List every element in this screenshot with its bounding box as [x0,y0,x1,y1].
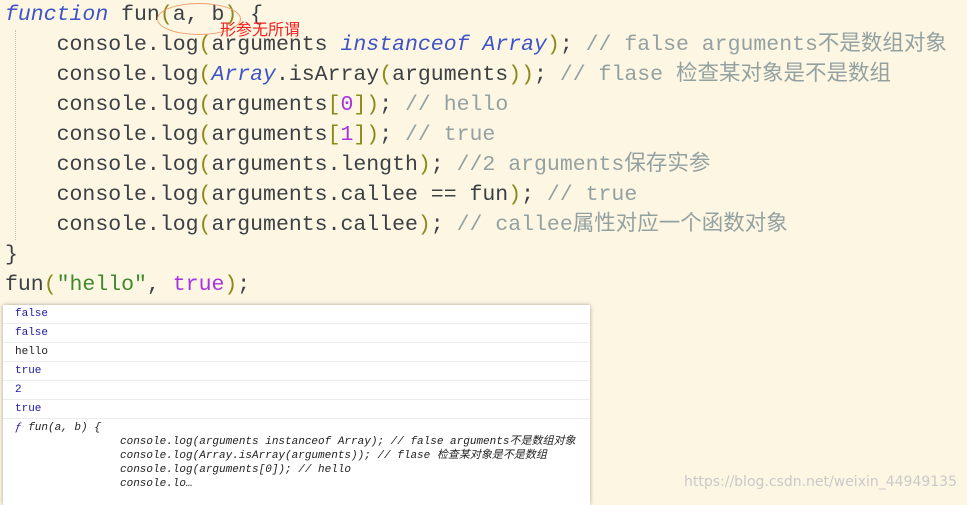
code-token-kw: instanceof [340,33,470,57]
code-line: fun("hello", true); [5,270,947,300]
code-token-plain: ; [379,93,406,117]
code-token-paren: ]) [353,93,380,117]
console-row: 2 [3,381,590,400]
console-row: false [3,324,590,343]
code-token-plain: ; [559,33,586,57]
code-token-cm: // false arguments不是数组对象 [585,33,947,57]
code-token-plain: } [5,243,18,267]
code-token-kw: function [5,3,109,27]
code-line: console.log(arguments[0]); // hello [5,90,947,120]
console-row: false [3,305,590,324]
code-token-str: "hello" [56,273,147,297]
code-line: console.log(arguments.callee); // callee… [5,210,947,240]
code-token-plain: ; [379,123,406,147]
code-token-paren: ) [546,33,560,57]
code-token-kw: Array [482,33,547,57]
code-token-plain: arguments [211,123,328,147]
code-token-num: 1 [340,123,354,147]
code-token-plain: console.log [5,183,199,207]
code-token-paren: ( [198,63,212,87]
code-token-cm: // hello [405,93,509,117]
code-token-plain: arguments [211,93,328,117]
code-token-plain: console.log [5,63,199,87]
code-token-paren: )) [508,63,535,87]
code-token-paren: ) [508,183,522,207]
code-token-paren: ( [198,183,212,207]
code-token-cm: //2 arguments保存实参 [456,153,711,177]
function-prefix: ƒ [15,422,22,434]
code-token-plain: arguments.length [211,153,418,177]
code-token-cm: // callee属性对应一个函数对象 [456,213,788,237]
code-token-plain: .isArray [275,63,380,87]
code-token-paren: ( [198,93,212,117]
code-token-plain: arguments [392,63,509,87]
code-line: console.log(arguments.callee == fun); //… [5,180,947,210]
code-token-plain: arguments.callee [211,213,418,237]
code-token-plain: console.log [5,93,199,117]
code-token-plain: ; [237,273,251,297]
code-token-num: 0 [340,93,354,117]
annotation-text: 形参无所谓 [220,20,301,39]
code-token-cm: // true [405,123,496,147]
code-line: console.log(arguments[1]); // true [5,120,947,150]
console-row: true [3,400,590,419]
code-token-paren: ( [379,63,393,87]
code-token-cm: // true [546,183,638,207]
code-line: console.log(arguments instanceof Array);… [5,30,947,60]
code-line: function fun(a, b) { [5,0,947,30]
console-function-output[interactable]: ƒ fun(a, b) { console.log(arguments inst… [3,419,590,491]
function-header: fun(a, b) { [21,422,101,434]
code-token-plain: ; [430,153,457,177]
code-token-plain: console.log [5,213,199,237]
code-token-paren: ) [417,213,431,237]
code-line: } [5,240,947,270]
code-token-plain: console.log [5,153,199,177]
code-token-plain: ; [534,63,560,87]
watermark: https://blog.csdn.net/weixin_44949135 [683,474,957,490]
console-row: hello [3,343,590,362]
code-token-paren: ) [224,273,238,297]
code-token-plain: , [146,273,173,297]
code-token-paren: ]) [353,123,380,147]
code-token-plain: console.log [5,123,199,147]
code-token-cm: // flase 检查某对象是不是数组 [559,63,891,87]
code-token-plain: arguments.callee == fun [211,183,509,207]
code-token-paren: ( [198,123,212,147]
code-token-paren: ) [417,153,431,177]
console-row: true [3,362,590,381]
code-line: console.log(Array.isArray(arguments)); /… [5,60,947,90]
function-body: console.log(arguments instanceof Array);… [120,436,576,490]
code-token-paren: [ [327,93,341,117]
code-token-plain: ; [430,213,457,237]
code-token-plain: ; [521,183,547,207]
code-token-paren: ( [198,153,212,177]
code-token-plain: fun [108,3,160,27]
code-token-paren: [ [327,123,341,147]
code-token-plain: console.log [5,33,199,57]
code-line: console.log(arguments.length); //2 argum… [5,150,947,180]
code-token-paren: ( [198,33,212,57]
indent-guide [15,30,16,240]
code-token-paren: ( [43,273,57,297]
code-token-num: true [172,273,225,297]
console-output: false false hello true 2 true ƒ fun(a, b) { c… [3,305,590,505]
code-token-kw: Array [211,63,276,87]
code-token-paren: ( [198,213,212,237]
code-editor[interactable]: function fun(a, b) { console.log(argumen… [5,0,947,300]
code-token-plain: fun [5,273,44,297]
